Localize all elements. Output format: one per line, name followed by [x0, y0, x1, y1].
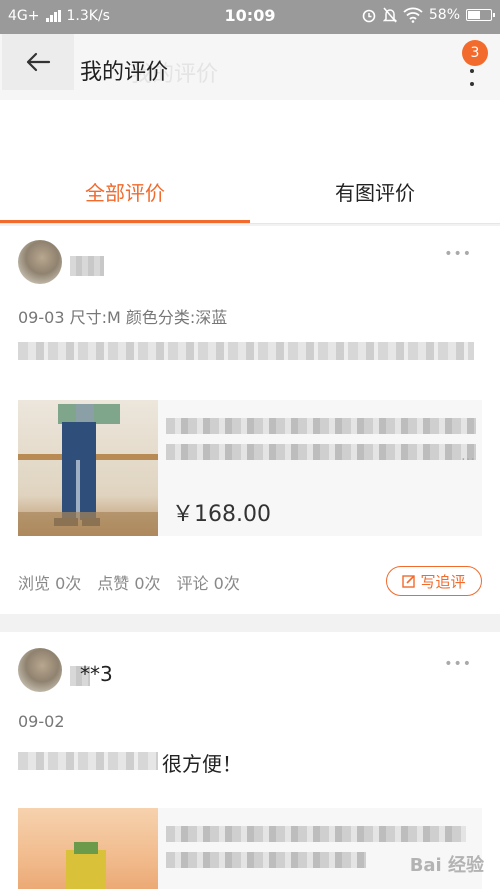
- product-price: ￥168.00: [172, 502, 271, 527]
- user-name: **3: [80, 662, 113, 686]
- battery-icon: [466, 9, 495, 21]
- back-button[interactable]: [2, 34, 74, 90]
- review-tabs: 全部评价 有图评价: [0, 158, 500, 224]
- more-options-icon[interactable]: •••: [444, 656, 472, 672]
- user-name-blurred: [70, 256, 104, 276]
- page-title: 我的评价: [80, 60, 169, 85]
- app-header: 我的评价 我的评价 3: [0, 34, 500, 100]
- battery-percent: 58%: [428, 7, 460, 23]
- status-right: 58%: [361, 7, 495, 23]
- write-follow-up-label: 写追评: [420, 572, 466, 591]
- more-options-icon[interactable]: •••: [444, 246, 472, 262]
- product-image: [18, 808, 158, 889]
- product-title-blurred: [166, 418, 476, 434]
- watermark-logo: Bai 经验: [409, 855, 484, 876]
- avatar[interactable]: [18, 648, 62, 692]
- status-bar: 4G+ 1.3K/s 10:09 58%: [0, 0, 500, 34]
- product-card[interactable]: … ￥168.00: [18, 400, 482, 536]
- views-count: 浏览 0次: [18, 574, 82, 593]
- product-title-blurred-2: [166, 444, 476, 460]
- review-card: ••• 09-03 尺寸:M 颜色分类:深蓝 … ￥168.00 浏览 0次 点…: [0, 226, 500, 614]
- review-meta: 09-03 尺寸:M 颜色分类:深蓝: [18, 308, 228, 327]
- battery-fill: [468, 11, 481, 19]
- alarm-icon: [362, 9, 376, 23]
- review-stats: 浏览 0次 点赞 0次 评论 0次: [18, 570, 240, 594]
- comments-count: 评论 0次: [176, 574, 240, 593]
- product-image: [18, 400, 158, 536]
- review-card: **3 ••• 09-02 很方便！ Bai 经验: [0, 632, 500, 889]
- review-text: 很方便！: [162, 752, 242, 776]
- avatar[interactable]: [18, 240, 62, 284]
- product-title-blurred-2: [166, 852, 366, 868]
- review-text-blurred: [18, 342, 474, 360]
- product-title-blurred: [166, 826, 466, 842]
- tab-photo-reviews[interactable]: 有图评价: [250, 158, 500, 224]
- review-text-blurred: [18, 752, 158, 770]
- review-meta: 09-02: [18, 712, 65, 731]
- notification-badge: 3: [462, 40, 488, 66]
- tab-all-reviews[interactable]: 全部评价: [0, 158, 250, 224]
- write-follow-up-button[interactable]: 写追评: [386, 566, 482, 596]
- arrow-left-icon: [26, 52, 51, 72]
- product-more-icon: …: [461, 448, 476, 464]
- header-spacer: [0, 100, 500, 158]
- wifi-icon: [403, 7, 423, 23]
- likes-count: 点赞 0次: [97, 574, 161, 593]
- mute-icon: [382, 7, 397, 23]
- edit-icon: [402, 575, 416, 588]
- active-tab-indicator: [0, 220, 250, 223]
